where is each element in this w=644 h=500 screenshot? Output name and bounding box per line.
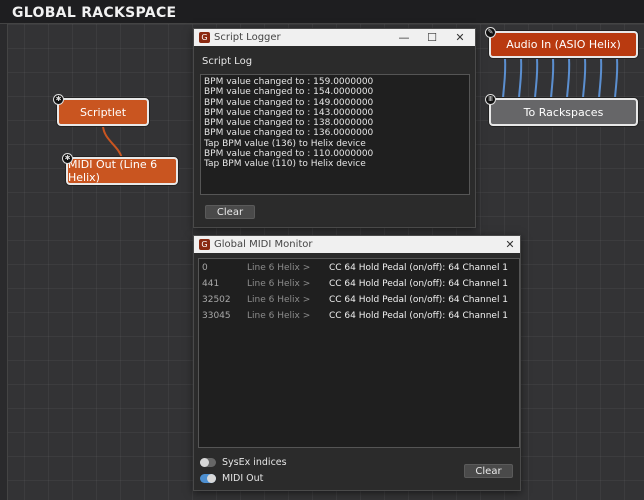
- scriptlet-node[interactable]: ✱ Scriptlet: [53, 94, 149, 126]
- sysex-indices-toggle[interactable]: [200, 458, 216, 467]
- log-line: BPM value changed to : 138.0000000: [204, 118, 374, 129]
- sysex-indices-label: SysEx indices: [222, 457, 287, 468]
- midi-event-device: Line 6 Helix >: [247, 295, 311, 305]
- log-line: BPM value changed to : 149.0000000: [204, 97, 374, 108]
- wire-scriptlet-midi-out[interactable]: [102, 125, 123, 159]
- midi-event-message: CC 64 Hold Pedal (on/off): 64 Channel 1: [329, 263, 509, 273]
- to-rackspaces-node[interactable]: Ⅲ To Rackspaces: [485, 94, 638, 126]
- wire-bundle-audio-to-rackspaces[interactable]: [502, 57, 619, 99]
- clear-log-button[interactable]: Clear: [205, 205, 255, 219]
- midi-event-time: 33045: [202, 311, 231, 321]
- log-line: Tap BPM value (110) to Helix device: [204, 159, 366, 170]
- app-logo-icon: G: [199, 239, 210, 250]
- midi-event-message: CC 64 Hold Pedal (on/off): 64 Channel 1: [329, 311, 509, 321]
- midi-monitor-titlebar[interactable]: G Global MIDI Monitor ✕: [194, 236, 520, 253]
- midi-out-toggle[interactable]: [200, 474, 216, 483]
- midi-event-row[interactable]: 0 Line 6 Helix > CC 64 Hold Pedal (on/off)…: [199, 261, 519, 275]
- midi-monitor-title: Global MIDI Monitor: [214, 239, 313, 250]
- toggle-knob: [200, 458, 209, 467]
- script-log-heading: Script Log: [202, 56, 253, 67]
- midi-event-message: CC 64 Hold Pedal (on/off): 64 Channel 1: [329, 279, 509, 289]
- script-log-output[interactable]: BPM value changed to : 159.0000000 BPM va…: [200, 74, 470, 195]
- midi-out-node[interactable]: ✱ MIDI Out (Line 6 Helix): [62, 153, 178, 185]
- scriptlet-node-label: Scriptlet: [79, 105, 127, 119]
- log-line: BPM value changed to : 159.0000000: [204, 77, 374, 87]
- maximize-icon[interactable]: ☐: [418, 29, 446, 46]
- midi-event-time: 32502: [202, 295, 231, 305]
- script-logger-title: Script Logger: [214, 32, 281, 43]
- script-logger-titlebar[interactable]: G Script Logger — ☐ ✕: [194, 29, 475, 46]
- midi-event-device: Line 6 Helix >: [247, 263, 311, 273]
- log-line: BPM value changed to : 110.0000000: [204, 149, 374, 160]
- log-line: BPM value changed to : 154.0000000: [204, 87, 374, 98]
- midi-event-list[interactable]: 0 Line 6 Helix > CC 64 Hold Pedal (on/off)…: [198, 258, 520, 448]
- toggle-knob: [207, 474, 216, 483]
- midi-event-row[interactable]: 32502 Line 6 Helix > CC 64 Hold Pedal (on/…: [199, 293, 519, 307]
- minimize-icon[interactable]: —: [390, 29, 418, 46]
- gear-icon[interactable]: ✱: [53, 94, 64, 105]
- midi-event-time: 0: [202, 263, 208, 273]
- midi-event-device: Line 6 Helix >: [247, 279, 311, 289]
- midi-event-device: Line 6 Helix >: [247, 311, 311, 321]
- log-line: BPM value changed to : 143.0000000: [204, 107, 374, 118]
- audio-in-node-label: Audio In (ASIO Helix): [506, 38, 621, 51]
- gear-icon[interactable]: ✱: [62, 153, 73, 164]
- midi-event-row[interactable]: 441 Line 6 Helix > CC 64 Hold Pedal (on/of…: [199, 277, 519, 291]
- midi-out-node-label: MIDI Out (Line 6 Helix): [68, 158, 158, 184]
- gear-icon[interactable]: ✎: [485, 27, 496, 38]
- audio-in-node[interactable]: ✎ Audio In (ASIO Helix): [485, 27, 638, 58]
- clear-monitor-button[interactable]: Clear: [464, 464, 513, 478]
- gear-icon[interactable]: Ⅲ: [485, 94, 496, 105]
- midi-event-row[interactable]: 33045 Line 6 Helix > CC 64 Hold Pedal (on/…: [199, 309, 519, 323]
- midi-out-toggle-label: MIDI Out: [222, 473, 264, 484]
- app-logo-icon: G: [199, 32, 210, 43]
- log-line: Tap BPM value (136) to Helix device: [204, 138, 366, 149]
- close-icon[interactable]: ✕: [446, 29, 474, 46]
- log-line: BPM value changed to : 136.0000000: [204, 128, 374, 139]
- midi-monitor-window: G Global MIDI Monitor ✕ 0 Line 6 Helix > C…: [193, 235, 521, 491]
- to-rackspaces-node-label: To Rackspaces: [523, 105, 604, 119]
- midi-event-time: 441: [202, 279, 220, 289]
- close-icon[interactable]: ✕: [496, 236, 524, 253]
- midi-event-message: CC 64 Hold Pedal (on/off): 64 Channel 1: [329, 295, 509, 305]
- script-logger-window: G Script Logger — ☐ ✕ Script Log BPM val…: [193, 28, 476, 228]
